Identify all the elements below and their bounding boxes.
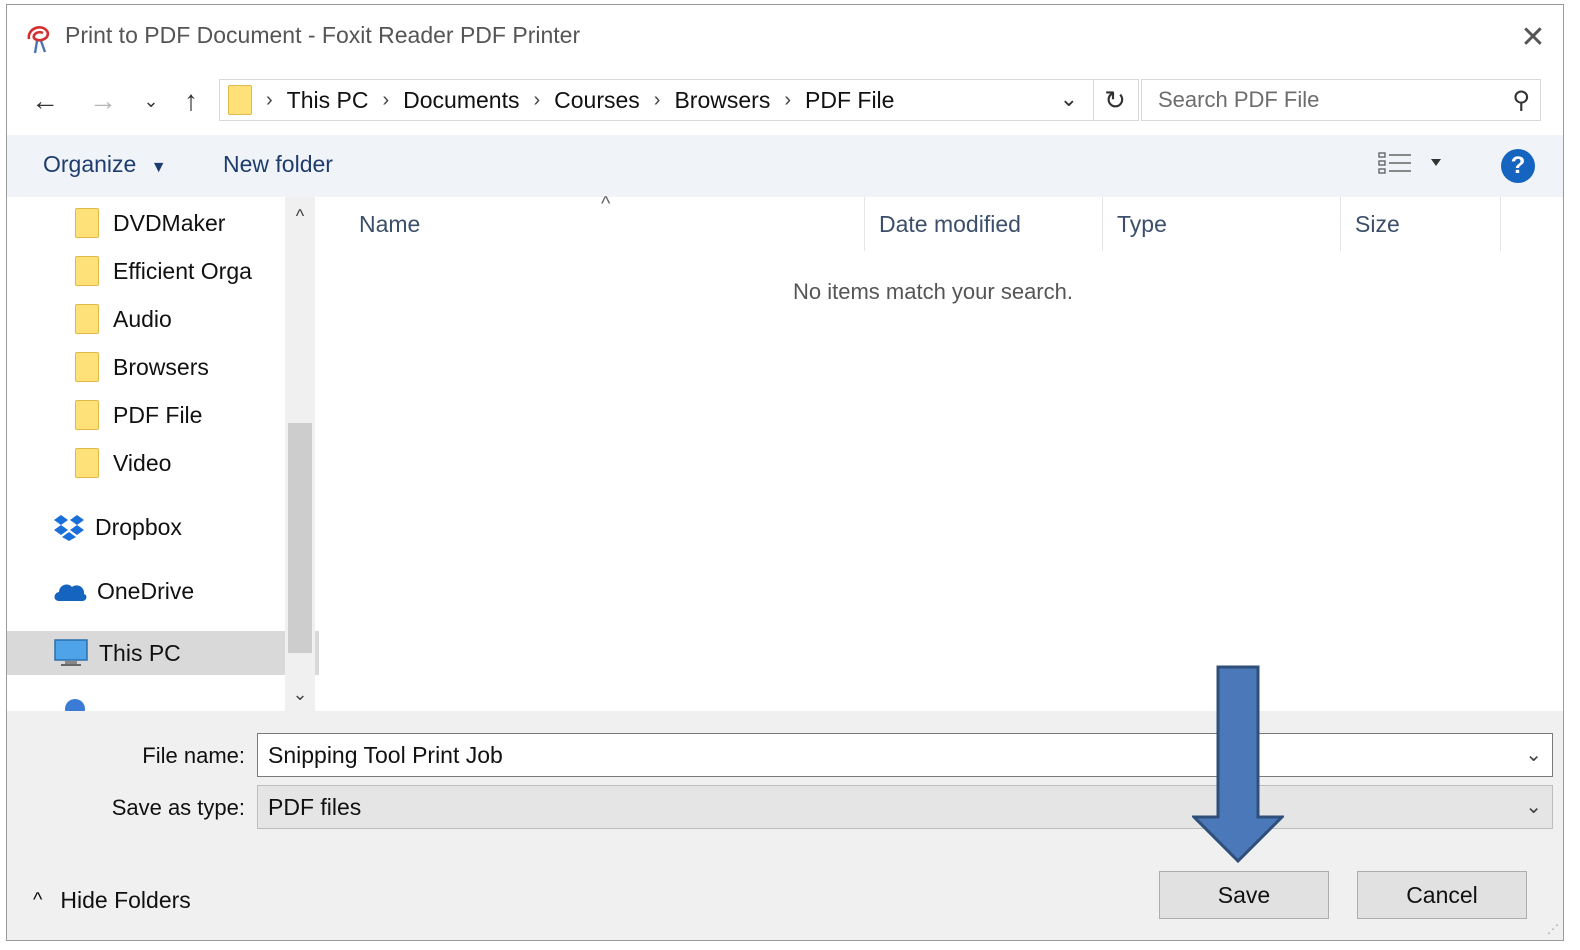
breadcrumb-courses[interactable]: Courses: [554, 87, 640, 114]
sidebar-item-video[interactable]: Video: [7, 441, 319, 485]
hide-folders-toggle[interactable]: ^ Hide Folders: [33, 887, 191, 914]
breadcrumb-browsers[interactable]: Browsers: [674, 87, 770, 114]
file-name-field[interactable]: Snipping Tool Print Job ⌄: [257, 733, 1553, 777]
sidebar-item-label: OneDrive: [97, 577, 195, 604]
file-name-value: Snipping Tool Print Job: [268, 741, 503, 768]
folder-icon: [75, 208, 99, 238]
sidebar-item-browsers[interactable]: Browsers: [7, 345, 319, 389]
chevron-down-icon[interactable]: ⌄: [1525, 742, 1542, 767]
computer-icon: [54, 639, 88, 666]
sidebar-item-label: This PC: [99, 639, 181, 666]
search-placeholder: Search PDF File: [1158, 87, 1320, 112]
breadcrumb-this-pc[interactable]: This PC: [287, 87, 369, 114]
sidebar-item-this-pc[interactable]: This PC: [7, 631, 319, 675]
folder-icon: [75, 352, 99, 382]
breadcrumb-pdf-file[interactable]: PDF File: [805, 87, 894, 114]
new-folder-button[interactable]: New folder: [223, 151, 333, 178]
organize-label: Organize: [43, 151, 137, 177]
dropbox-icon: [54, 515, 84, 541]
search-input[interactable]: Search PDF File ⚲: [1141, 79, 1541, 121]
chevron-down-icon[interactable]: ⌄: [1525, 794, 1542, 819]
cancel-button[interactable]: Cancel: [1357, 871, 1527, 919]
save-button[interactable]: Save: [1159, 871, 1329, 919]
title-bar: Print to PDF Document - Foxit Reader PDF…: [7, 5, 1563, 67]
sidebar-item-label: DVDMaker: [113, 209, 226, 236]
sidebar-item-dvdmaker[interactable]: DVDMaker 📌: [7, 201, 319, 245]
column-header-size[interactable]: Size: [1341, 197, 1501, 251]
column-header-name[interactable]: Name: [345, 197, 865, 251]
folder-icon: [228, 85, 252, 115]
file-name-label: File name:: [142, 743, 245, 768]
save-dialog: Print to PDF Document - Foxit Reader PDF…: [6, 4, 1564, 941]
network-icon[interactable]: [63, 697, 87, 711]
save-as-type-value: PDF files: [268, 793, 362, 820]
empty-list-message: No items match your search.: [793, 279, 1073, 304]
chevron-right-icon[interactable]: ›: [382, 89, 389, 112]
save-as-type-label: Save as type:: [111, 795, 245, 820]
help-icon[interactable]: ?: [1501, 149, 1535, 183]
sidebar-item-label: Efficient Orga: [113, 257, 252, 284]
resize-grip-icon[interactable]: ⋰: [1547, 922, 1559, 936]
command-toolbar: Organize ▼ New folder ?: [7, 135, 1563, 197]
scroll-up-icon[interactable]: ^: [285, 201, 315, 231]
folder-icon: [75, 304, 99, 334]
search-icon[interactable]: ⚲: [1512, 86, 1530, 115]
sidebar-item-audio[interactable]: Audio: [7, 297, 319, 341]
column-header-date-modified[interactable]: Date modified: [865, 197, 1103, 251]
sidebar-item-efficient-orga[interactable]: Efficient Orga 📌: [7, 249, 319, 293]
sidebar-item-dropbox[interactable]: Dropbox: [7, 505, 319, 549]
up-arrow-icon[interactable]: ↑: [175, 83, 207, 119]
forward-arrow-icon[interactable]: →: [87, 83, 119, 119]
folder-icon: [75, 448, 99, 478]
close-icon[interactable]: ✕: [1513, 17, 1553, 57]
sidebar-item-label: Browsers: [113, 353, 209, 380]
save-as-type-select[interactable]: PDF files ⌄: [257, 785, 1553, 829]
sidebar-item-label: Audio: [113, 305, 172, 332]
folder-icon: [75, 400, 99, 430]
folder-icon: [75, 256, 99, 286]
scrollbar-thumb[interactable]: [288, 423, 312, 653]
scroll-down-icon[interactable]: ⌄: [285, 679, 315, 709]
chevron-right-icon[interactable]: ›: [784, 89, 791, 112]
recent-locations-chevron-icon[interactable]: ⌄: [135, 83, 167, 119]
chevron-right-icon[interactable]: ›: [654, 89, 661, 112]
window-title: Print to PDF Document - Foxit Reader PDF…: [65, 22, 581, 48]
address-bar[interactable]: › This PC › Documents › Courses › Browse…: [219, 79, 1139, 121]
foxit-app-icon: [27, 26, 50, 54]
back-arrow-icon[interactable]: ←: [29, 83, 61, 119]
sidebar-item-pdf-file[interactable]: PDF File: [7, 393, 319, 437]
navigation-pane: DVDMaker 📌 Efficient Orga 📌 Audio Browse…: [7, 197, 319, 711]
sidebar-item-label: Dropbox: [95, 513, 182, 540]
chevron-up-icon: ^: [33, 889, 43, 911]
organize-menu[interactable]: Organize ▼: [43, 151, 167, 178]
sidebar-item-label: PDF File: [113, 401, 203, 428]
navigation-bar: ← → ⌄ ↑ › This PC › Documents › Courses …: [7, 75, 1563, 127]
sidebar-item-onedrive[interactable]: OneDrive: [7, 569, 319, 613]
hide-folders-label: Hide Folders: [60, 887, 191, 913]
breadcrumb: › This PC › Documents › Courses › Browse…: [252, 87, 894, 114]
down-arrow-annotation-icon: [1192, 665, 1284, 863]
breadcrumb-documents[interactable]: Documents: [403, 87, 519, 114]
view-options-icon[interactable]: [1375, 149, 1445, 179]
caret-down-icon: ▼: [150, 159, 167, 176]
file-list[interactable]: ^ Name Date modified Type Size No items …: [323, 193, 1563, 711]
sidebar-item-label: Video: [113, 449, 172, 476]
chevron-right-icon: ›: [266, 88, 273, 111]
navigation-scrollbar[interactable]: ^ ⌄: [285, 197, 315, 711]
refresh-icon[interactable]: ↻: [1093, 80, 1136, 120]
chevron-down-icon[interactable]: ⌄: [1060, 86, 1078, 112]
onedrive-icon: [54, 584, 87, 601]
save-form: File name: Snipping Tool Print Job ⌄ Sav…: [7, 711, 1563, 940]
column-header-type[interactable]: Type: [1103, 197, 1341, 251]
chevron-right-icon[interactable]: ›: [533, 89, 540, 112]
